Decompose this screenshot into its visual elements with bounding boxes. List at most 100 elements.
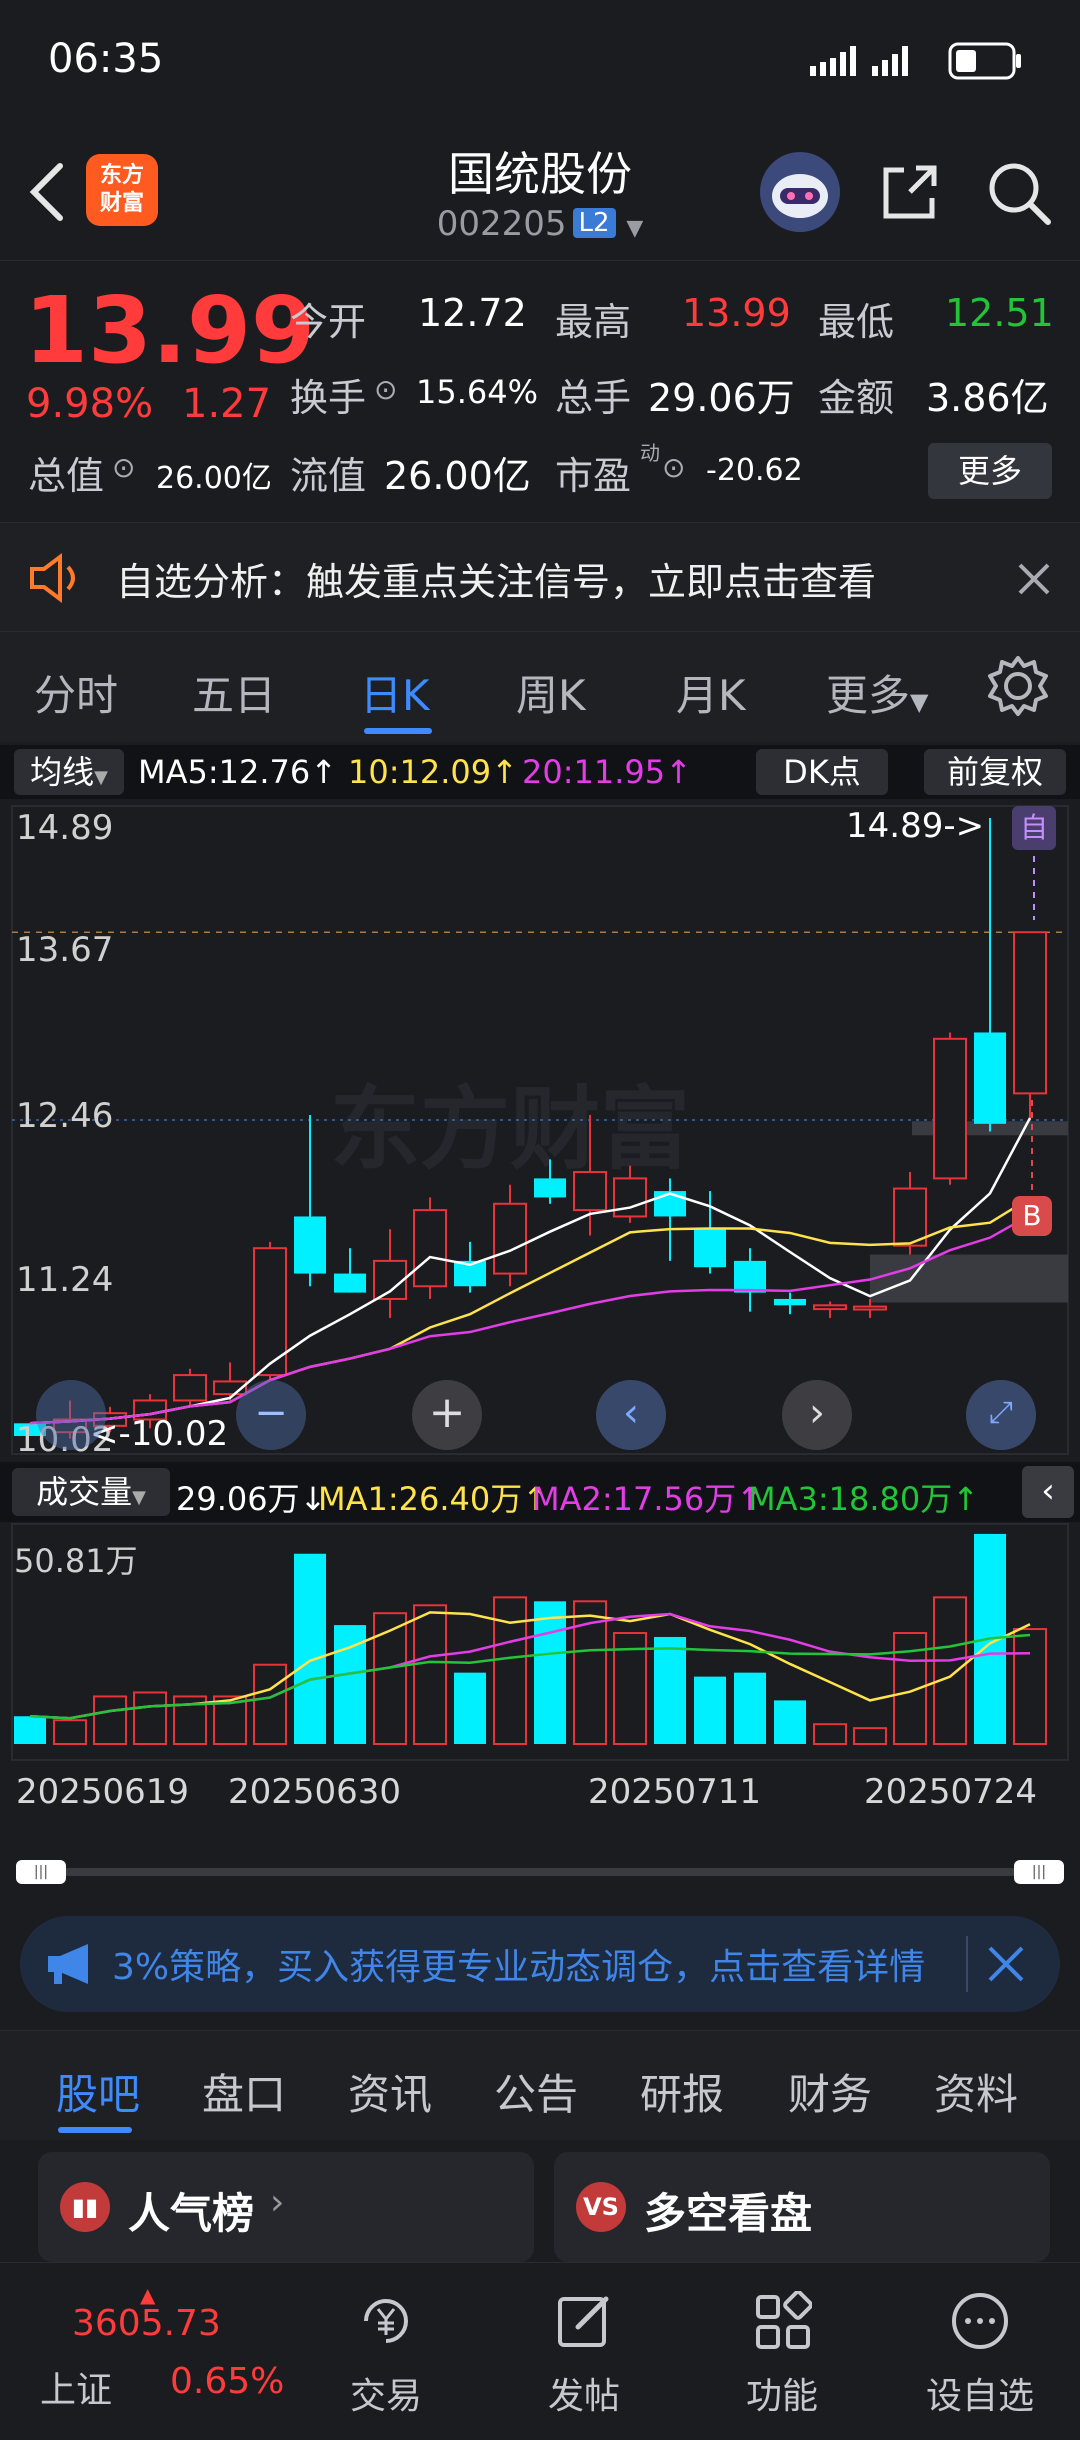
search-icon[interactable]: [984, 158, 1054, 228]
notice-text: 自选分析：触发重点关注信号，立即点击查看: [116, 560, 877, 604]
quote-panel: 13.99 9.98% 1.27 今开 12.72 最高 13.99 最低 12…: [0, 260, 1080, 520]
volume-selector-label: 成交量: [36, 1473, 133, 1511]
volume-label: 总手: [555, 376, 632, 420]
tab-finance[interactable]: 财务: [788, 2061, 872, 2122]
volume-bar: [14, 1716, 46, 1744]
bottom-navigation: ▲ 3605.73 上证 0.65% 交易 发帖 功能 设自选: [0, 2262, 1080, 2440]
high-value: 13.99: [682, 291, 791, 335]
nav-post[interactable]: 发帖: [494, 2263, 674, 2440]
tab-news[interactable]: 资讯: [348, 2061, 432, 2122]
volume-bar: [853, 1727, 887, 1746]
chart-range-scroller[interactable]: ||| |||: [16, 1860, 1064, 1884]
info-icon[interactable]: ⊙: [112, 451, 135, 484]
zoom-out-button[interactable]: −: [236, 1380, 306, 1450]
tab-announcement[interactable]: 公告: [494, 2061, 578, 2122]
caret-down-icon: ▼: [94, 767, 108, 788]
tab-monthly-k[interactable]: 月K: [676, 662, 746, 723]
price-axis-2: 13.67: [16, 930, 114, 970]
tab-profile[interactable]: 资料: [934, 2061, 1018, 2122]
volume-bar: [53, 1719, 87, 1746]
high-label: 最高: [555, 300, 632, 344]
nav-add-watchlist[interactable]: 设自选: [890, 2263, 1070, 2440]
zone-band: [870, 1254, 1068, 1303]
tab-daily-k[interactable]: 日K: [360, 662, 430, 723]
change-amount: 1.27: [182, 381, 272, 427]
price-adjust-button[interactable]: 前复权: [924, 749, 1066, 795]
kline-chart[interactable]: 东方财富 14.89 13.67 12.46 11.24 10.02 <-10.…: [0, 800, 1080, 1460]
candle-body: [534, 1178, 566, 1198]
caret-down-icon: ▼: [910, 688, 929, 716]
low-label: 最低: [818, 300, 895, 344]
status-time: 06:35: [48, 36, 164, 82]
scroller-left-handle[interactable]: |||: [16, 1860, 66, 1884]
tab-minute[interactable]: 分时: [34, 662, 118, 723]
volume-bar: [133, 1691, 167, 1746]
collapse-panel-button[interactable]: ‹: [1022, 1466, 1074, 1518]
zoom-in-button[interactable]: +: [412, 1380, 482, 1450]
info-icon[interactable]: ⊙: [662, 451, 685, 484]
ma-selector[interactable]: 均线▼: [14, 749, 124, 795]
dk-point-button[interactable]: DK点: [756, 749, 888, 795]
nav-trade-label: 交易: [349, 2376, 422, 2417]
date-label: 20250630: [228, 1772, 402, 1812]
volume-bar: [93, 1695, 127, 1746]
scroller-right-handle[interactable]: |||: [1014, 1860, 1064, 1884]
signal-battery-icon: [810, 42, 1021, 80]
chevron-left-icon: ‹: [623, 1390, 639, 1436]
stock-header: 东方 财富 国统股份 002205 L2 ▼: [0, 120, 1080, 260]
caret-down-icon: ▼: [132, 1487, 146, 1508]
tab-guba[interactable]: 股吧: [56, 2061, 140, 2122]
fullscreen-button[interactable]: ⤢: [966, 1380, 1036, 1450]
candle-body: [853, 1305, 887, 1311]
tab-five-day[interactable]: 五日: [192, 662, 276, 723]
ma20-value: 20:11.95↑: [522, 753, 692, 791]
volume-value: 29.06万: [648, 376, 795, 420]
more-button[interactable]: 更多: [928, 443, 1052, 499]
close-icon[interactable]: [1014, 559, 1054, 599]
tab-research[interactable]: 研报: [640, 2061, 724, 2122]
pe-superscript: 动: [640, 441, 660, 465]
stock-code: 002205: [436, 204, 567, 244]
date-label: 20250619: [16, 1772, 190, 1812]
volume-bar: [774, 1700, 806, 1744]
popularity-card[interactable]: ▮▮ 人气榜 ›: [38, 2152, 534, 2262]
settings-gear-icon[interactable]: [986, 654, 1050, 718]
scroll-right-button[interactable]: ›: [782, 1380, 852, 1450]
candle-body: [974, 1032, 1006, 1124]
edit-icon: [558, 2296, 609, 2347]
info-icon[interactable]: ⊙: [374, 373, 397, 406]
active-tab-indicator: [364, 728, 432, 734]
share-icon[interactable]: [878, 160, 942, 224]
close-icon[interactable]: [986, 1944, 1026, 1984]
tab-pankou[interactable]: 盘口: [202, 2061, 286, 2122]
promo-banner[interactable]: 3%策略，买入获得更专业动态调仓，点击查看详情: [20, 1916, 1060, 2012]
more-dots-icon: [952, 2293, 1008, 2349]
candle-body: [413, 1209, 447, 1288]
chart-back-button[interactable]: [36, 1380, 106, 1450]
index-ticker[interactable]: ▲ 3605.73 上证 0.65%: [0, 2263, 290, 2440]
buy-tag[interactable]: B: [1012, 1196, 1052, 1236]
vol-ma1: MA1:26.40万↑: [318, 1480, 550, 1518]
index-pct: 0.65%: [170, 2361, 285, 2402]
date-label: 20250711: [588, 1772, 762, 1812]
vol-ma3-line: [29, 1633, 1031, 1720]
nav-functions[interactable]: 功能: [692, 2263, 872, 2440]
price-axis-4: 11.24: [16, 1260, 114, 1300]
chevron-left-icon: ‹: [1041, 1471, 1055, 1511]
ma10-value: 10:12.09↑: [348, 753, 518, 791]
volume-chart[interactable]: 50.81万: [0, 1522, 1080, 1762]
nav-trade[interactable]: 交易: [296, 2263, 476, 2440]
speaker-icon: [30, 553, 75, 603]
bull-bear-card[interactable]: VS 多空看盘: [554, 2152, 1050, 2262]
date-label: 20250724: [864, 1772, 1038, 1812]
volume-selector[interactable]: 成交量▼: [12, 1468, 170, 1516]
scroll-left-button[interactable]: ‹: [596, 1380, 666, 1450]
float-label: 流值: [290, 454, 367, 498]
self-tag[interactable]: 自: [1012, 806, 1056, 850]
tab-more[interactable]: 更多▼: [826, 662, 928, 723]
notice-bar[interactable]: 自选分析：触发重点关注信号，立即点击查看: [0, 522, 1080, 632]
ma-selector-label: 均线: [30, 753, 95, 791]
tab-weekly-k[interactable]: 周K: [516, 662, 586, 723]
date-axis: 20250619 20250630 20250711 20250724: [0, 1772, 1080, 1822]
robot-assistant-icon[interactable]: [758, 150, 842, 234]
